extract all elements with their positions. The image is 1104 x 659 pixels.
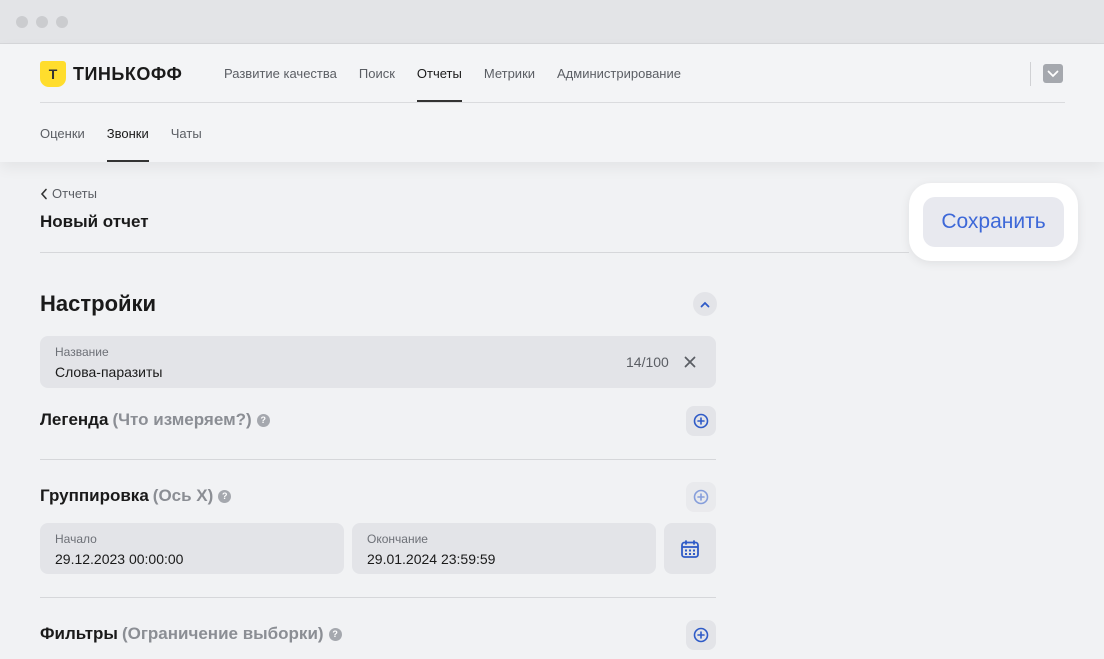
start-date-label: Начало [55,532,97,546]
window-close-dot[interactable] [16,16,28,28]
legend-title-text: Легенда [40,410,109,429]
chevron-up-icon [700,301,710,307]
profile-menu-button[interactable] [1043,64,1063,83]
tab-chats[interactable]: Чаты [171,126,202,162]
name-field-value[interactable]: Слова-паразиты [55,364,162,380]
header-separator [1030,62,1031,86]
question-icon[interactable]: ? [328,627,342,641]
plus-circle-icon [693,489,709,505]
end-date-label: Окончание [367,532,428,546]
window-minimize-dot[interactable] [36,16,48,28]
plus-circle-icon [693,627,709,643]
plus-circle-icon [693,413,709,429]
save-highlight: Сохранить [909,183,1078,261]
collapse-settings-button[interactable] [693,292,717,316]
legend-divider [40,459,716,460]
filters-title: Фильтры (Ограничение выборки) ? [40,624,342,644]
add-filter-button[interactable] [686,620,716,650]
chevron-down-icon [1047,70,1059,77]
grouping-title: Группировка (Ось X) ? [40,486,232,506]
legend-title: Легенда (Что измеряем?) ? [40,410,270,430]
legend-hint: (Что измеряем?) [112,410,252,429]
nav-item-admin[interactable]: Администрирование [557,66,681,102]
back-link[interactable]: Отчеты [40,186,97,201]
sub-navigation: Оценки Звонки Чаты [40,126,224,162]
brand-logo[interactable]: Т ТИНЬКОФФ [40,60,182,88]
end-date-field[interactable]: Окончание 29.01.2024 23:59:59 [352,523,656,574]
add-grouping-button[interactable] [686,482,716,512]
brand-shield-icon: Т [40,61,66,87]
end-date-value[interactable]: 29.01.2024 23:59:59 [367,551,495,567]
question-icon[interactable]: ? [256,413,270,427]
tab-ratings[interactable]: Оценки [40,126,85,162]
window-maximize-dot[interactable] [56,16,68,28]
grouping-title-text: Группировка [40,486,149,505]
tab-calls[interactable]: Звонки [106,126,149,162]
filters-title-text: Фильтры [40,624,118,643]
grouping-hint: (Ось X) [152,486,214,505]
nav-item-reports[interactable]: Отчеты [416,66,462,102]
top-navigation: Развитие качества Поиск Отчеты Метрики А… [224,66,703,102]
nav-item-quality[interactable]: Развитие качества [224,66,337,102]
back-link-label: Отчеты [52,186,97,201]
calendar-button[interactable] [664,523,716,574]
window-titlebar [0,0,1104,44]
nav-divider [40,102,1065,103]
start-date-value[interactable]: 29.12.2023 00:00:00 [55,551,183,567]
close-icon[interactable] [683,355,697,369]
name-field[interactable]: Название Слова-паразиты 14/100 [40,336,716,388]
brand-name: ТИНЬКОФФ [73,63,183,84]
start-date-field[interactable]: Начало 29.12.2023 00:00:00 [40,523,344,574]
chevron-left-icon [40,188,47,199]
app-header: Т ТИНЬКОФФ Развитие качества Поиск Отчет… [0,44,1104,162]
page-divider [40,252,909,253]
add-legend-button[interactable] [686,406,716,436]
name-char-counter: 14/100 [626,354,669,370]
nav-item-search[interactable]: Поиск [359,66,395,102]
save-button[interactable]: Сохранить [923,197,1064,247]
settings-title: Настройки [40,291,157,316]
filters-hint: (Ограничение выборки) [121,624,324,643]
calendar-icon [681,539,699,558]
page-title: Новый отчет [40,212,149,231]
grouping-divider [40,597,716,598]
question-icon[interactable]: ? [218,489,232,503]
name-field-label: Название [55,345,109,359]
nav-item-metrics[interactable]: Метрики [484,66,535,102]
